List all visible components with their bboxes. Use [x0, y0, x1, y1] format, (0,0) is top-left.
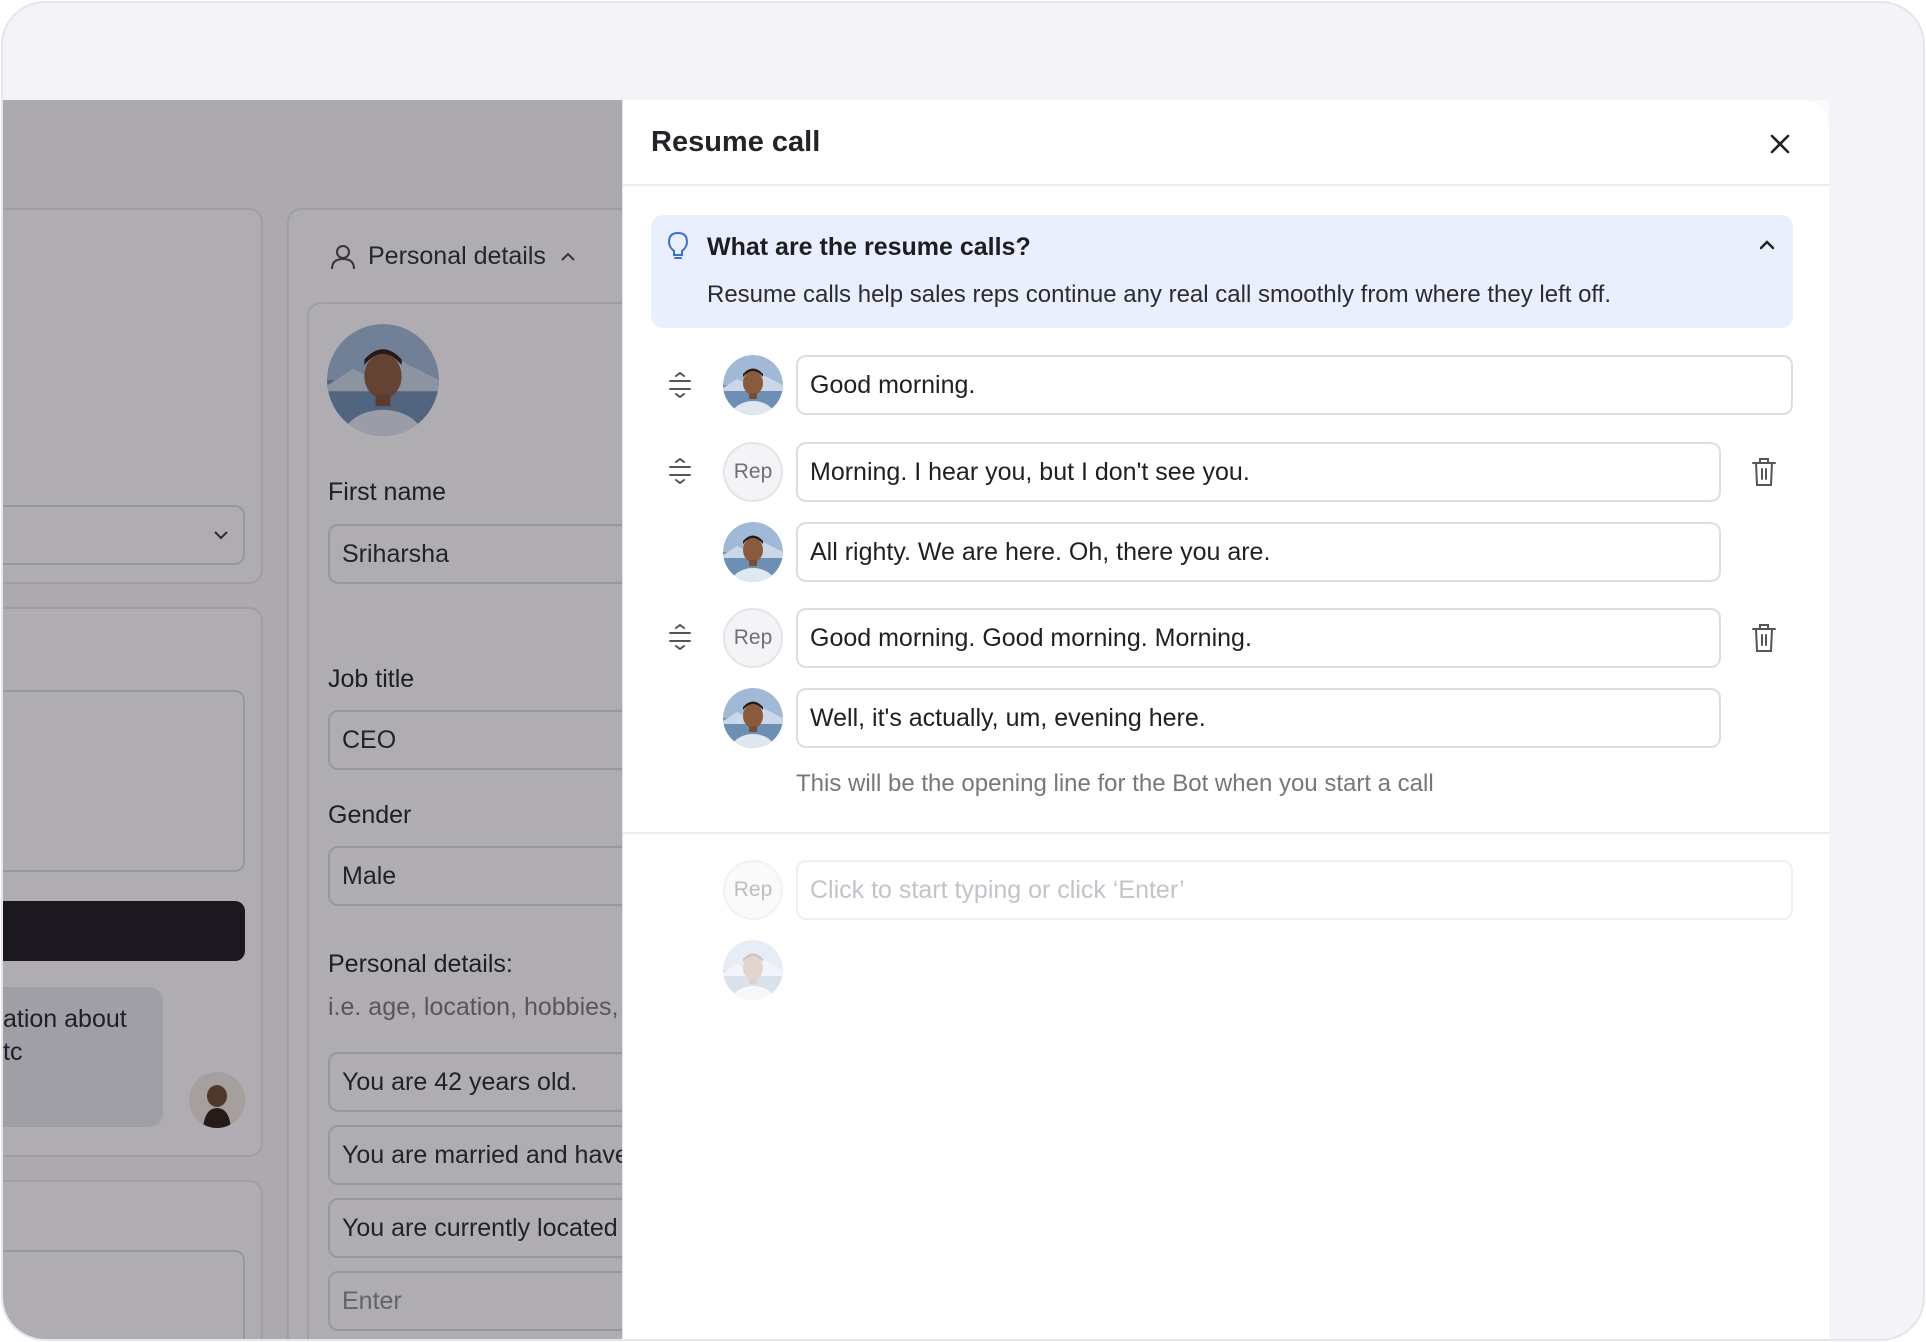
- profile-avatar[interactable]: [327, 324, 439, 436]
- trash-icon[interactable]: [1750, 457, 1778, 487]
- job-title-label: Job title: [328, 665, 415, 693]
- left-textarea[interactable]: [3, 690, 245, 872]
- rep-avatar: Rep: [723, 442, 783, 502]
- bot-avatar: [723, 940, 783, 1000]
- chat-bubble-line: ation about: [3, 1005, 127, 1033]
- section-title: Personal details: [368, 242, 546, 270]
- drag-handle-icon[interactable]: [667, 624, 693, 650]
- personal-section-header[interactable]: Personal details: [330, 242, 578, 271]
- profile-photo: [327, 324, 439, 436]
- opening-line-hint: This will be the opening line for the Bo…: [796, 770, 1434, 797]
- chat-bubble: ation about tc: [3, 987, 163, 1127]
- character-icon: [203, 1085, 231, 1128]
- panel-title: Resume call: [651, 126, 821, 158]
- message-field[interactable]: Good morning. Good morning. Morning.: [796, 608, 1721, 668]
- chevron-up-icon[interactable]: [1756, 234, 1778, 256]
- trash-icon[interactable]: [1750, 623, 1778, 653]
- chevron-down-icon: [214, 531, 228, 540]
- message-field[interactable]: All righty. We are here. Oh, there you a…: [796, 522, 1721, 582]
- close-button[interactable]: [1763, 127, 1797, 161]
- bot-avatar: [723, 688, 783, 748]
- left-field-bottom[interactable]: [3, 1250, 245, 1339]
- primary-button[interactable]: [3, 901, 245, 961]
- resume-call-panel: Resume call What are the resume calls? R…: [622, 100, 1829, 1339]
- bot-photo: [723, 940, 783, 1000]
- rep-avatar: Rep: [723, 608, 783, 668]
- bot-photo: [723, 522, 783, 582]
- personal-details-label: Personal details:: [328, 950, 513, 978]
- panel-header: Resume call: [623, 100, 1829, 186]
- bot-avatar: [723, 522, 783, 582]
- message-field[interactable]: Good morning.: [796, 355, 1793, 415]
- message-field[interactable]: Well, it's actually, um, evening here.: [796, 688, 1721, 748]
- gender-label: Gender: [328, 801, 412, 829]
- user-icon: [331, 244, 355, 269]
- divider: [623, 832, 1829, 834]
- info-answer: Resume calls help sales reps continue an…: [707, 281, 1611, 308]
- chat-bubble-line: tc: [3, 1038, 23, 1066]
- app-frame: ation about tc Personal details First na…: [1, 1, 1925, 1341]
- info-question: What are the resume calls?: [707, 233, 1031, 261]
- close-icon: [1770, 134, 1790, 154]
- rep-avatar: Rep: [723, 860, 783, 920]
- avatar: [189, 1072, 245, 1128]
- chevron-up-icon: [561, 252, 575, 261]
- bot-photo: [723, 355, 783, 415]
- first-name-label: First name: [328, 478, 447, 506]
- info-box: What are the resume calls? Resume calls …: [651, 215, 1793, 328]
- drag-handle-icon[interactable]: [667, 458, 693, 484]
- new-message-input[interactable]: [796, 860, 1793, 920]
- left-select[interactable]: [3, 505, 245, 565]
- lightbulb-icon: [667, 231, 689, 259]
- drag-handle-icon[interactable]: [667, 372, 693, 398]
- bot-avatar: [723, 355, 783, 415]
- personal-details-hint: i.e. age, location, hobbies,: [328, 993, 619, 1021]
- bot-photo: [723, 688, 783, 748]
- message-field[interactable]: Morning. I hear you, but I don't see you…: [796, 442, 1721, 502]
